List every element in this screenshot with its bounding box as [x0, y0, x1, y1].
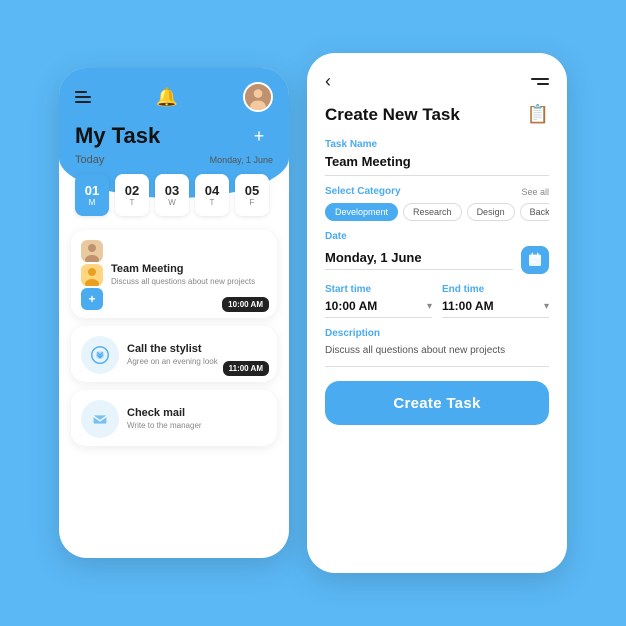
task-card-check-mail[interactable]: Check mail Write to the manager [71, 390, 277, 446]
category-label: Select Category [325, 186, 401, 197]
left-title-row: My Task + [59, 112, 289, 150]
back-button[interactable]: ‹ [325, 71, 331, 92]
start-time-row: 10:00 AM ▾ [325, 299, 432, 318]
task-time: 10:00 AM [222, 297, 269, 312]
hamburger-icon[interactable] [75, 91, 91, 103]
start-time-field: Start time 10:00 AM ▾ [325, 284, 432, 318]
create-task-button[interactable]: Create Task [325, 381, 549, 425]
date-label: Date [325, 231, 549, 242]
task-name-label: Task Name [325, 139, 549, 150]
calendar-day-2[interactable]: 02 T [115, 174, 149, 216]
today-row: Today Monday, 1 June [59, 150, 289, 166]
end-time-field: End time 11:00 AM ▾ [442, 284, 549, 318]
right-screen: ‹ Create New Task 📋 Task Name Team Meeti… [307, 53, 567, 573]
description-field[interactable]: Discuss all questions about new projects [325, 343, 549, 367]
avatar-1 [81, 240, 103, 262]
task-name: Team Meeting [111, 263, 267, 275]
left-screen: 🔔 My Task + Today Monday, 1 June 01 M [59, 68, 289, 558]
task-card-team-meeting[interactable]: + Team Meeting Discuss all questions abo… [71, 230, 277, 318]
task-icon-phone [81, 336, 119, 374]
end-time-label: End time [442, 284, 549, 295]
task-desc-mail: Write to the manager [127, 421, 267, 431]
task-info: Team Meeting Discuss all questions about… [111, 263, 267, 287]
today-label: Today [75, 154, 104, 166]
start-time-label: Start time [325, 284, 432, 295]
start-time-chevron[interactable]: ▾ [427, 301, 432, 312]
page-title: My Task [75, 123, 160, 149]
end-time-chevron[interactable]: ▾ [544, 301, 549, 312]
screen-title: Create New Task [325, 105, 460, 125]
end-time-value[interactable]: 11:00 AM [442, 299, 494, 313]
left-header: 🔔 [59, 68, 289, 112]
current-date: Monday, 1 June [210, 155, 273, 165]
menu-icon[interactable] [531, 78, 549, 85]
time-row: Start time 10:00 AM ▾ End time 11:00 AM … [325, 284, 549, 318]
category-row: Select Category See all [325, 186, 549, 197]
see-all-link[interactable]: See all [521, 187, 549, 197]
task-name-stylist: Call the stylist [127, 343, 267, 355]
tag-design[interactable]: Design [467, 203, 515, 221]
calendar-button[interactable] [521, 246, 549, 274]
calendar-strip: 01 M 02 T 03 W 04 T 05 F [59, 166, 289, 224]
right-header: ‹ [325, 71, 549, 92]
calendar-day-5[interactable]: 05 F [235, 174, 269, 216]
add-avatar-btn[interactable]: + [81, 288, 103, 310]
task-time-stylist: 11:00 AM [223, 361, 269, 376]
end-time-row: 11:00 AM ▾ [442, 299, 549, 318]
tag-development[interactable]: Development [325, 203, 398, 221]
tag-research[interactable]: Research [403, 203, 462, 221]
avatar-2 [81, 264, 103, 286]
tag-backend[interactable]: Backend [520, 203, 549, 221]
task-info-mail: Check mail Write to the manager [127, 407, 267, 431]
task-desc: Discuss all questions about new projects [111, 277, 267, 287]
task-name-field[interactable]: Team Meeting [325, 154, 549, 176]
clipboard-icon: 📋 [527, 104, 549, 125]
task-name-mail: Check mail [127, 407, 267, 419]
screen-title-row: Create New Task 📋 [325, 104, 549, 125]
date-field[interactable]: Monday, 1 June [325, 250, 513, 270]
tasks-list: + Team Meeting Discuss all questions abo… [59, 224, 289, 452]
description-label: Description [325, 328, 549, 339]
bell-icon[interactable]: 🔔 [156, 87, 178, 108]
calendar-day-1[interactable]: 01 M [75, 174, 109, 216]
calendar-day-3[interactable]: 03 W [155, 174, 189, 216]
task-avatars: + [81, 240, 103, 310]
date-row: Monday, 1 June [325, 246, 549, 274]
calendar-day-4[interactable]: 04 T [195, 174, 229, 216]
start-time-value[interactable]: 10:00 AM [325, 299, 377, 313]
avatar [243, 82, 273, 112]
category-tags: Development Research Design Backend [325, 203, 549, 221]
add-task-button[interactable]: + [245, 122, 273, 150]
task-icon-mail [81, 400, 119, 438]
task-card-call-stylist[interactable]: Call the stylist Agree on an evening loo… [71, 326, 277, 382]
